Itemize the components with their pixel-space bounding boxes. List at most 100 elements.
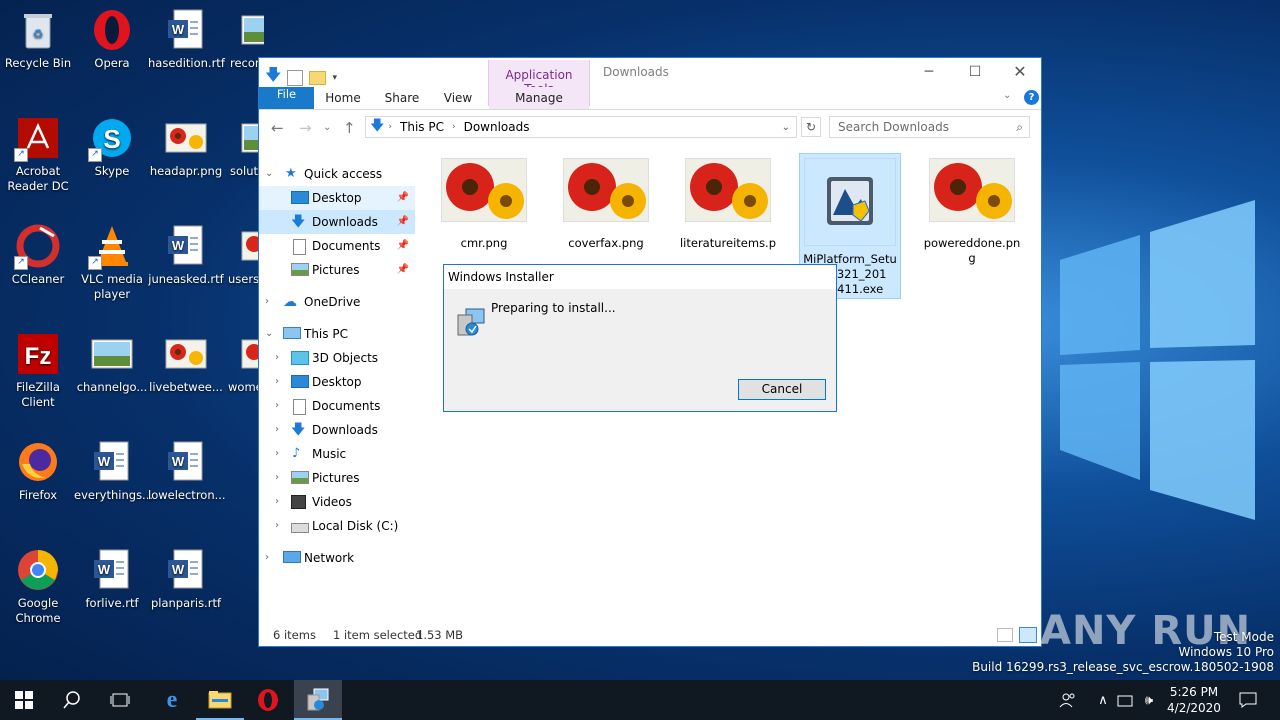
tab-share[interactable]: Share bbox=[379, 87, 425, 109]
tab-view[interactable]: View bbox=[437, 87, 479, 109]
svg-text:W: W bbox=[172, 454, 185, 469]
task-view-button[interactable] bbox=[96, 680, 144, 720]
ribbon-expand-icon[interactable]: ⌄ bbox=[1003, 90, 1011, 101]
nav-pc-pictures[interactable]: › Pictures bbox=[259, 466, 415, 490]
taskbar-file-explorer[interactable] bbox=[196, 680, 244, 720]
nav-qa-pictures[interactable]: Pictures 📌 bbox=[259, 258, 415, 282]
nav-qa-documents[interactable]: Documents 📌 bbox=[259, 234, 415, 258]
minimize-button[interactable]: ─ bbox=[906, 58, 952, 86]
tab-manage[interactable]: Manage bbox=[489, 87, 589, 109]
taskbar-clock[interactable]: 5:26 PM 4/2/2020 bbox=[1160, 684, 1228, 716]
file-item[interactable]: cmr.png bbox=[433, 148, 535, 251]
properties-icon[interactable] bbox=[287, 69, 304, 86]
nav-qa-downloads[interactable]: 🡇 Downloads 📌 bbox=[259, 210, 415, 234]
tab-home[interactable]: Home bbox=[321, 87, 365, 109]
taskbar: e ∧ 🕪 5:26 PM 4/2/2020 bbox=[0, 680, 1280, 720]
tab-file[interactable]: File bbox=[259, 87, 314, 109]
desktop-icon-wome[interactable]: wome bbox=[224, 332, 258, 395]
nav-pc-documents[interactable]: › Documents bbox=[259, 394, 415, 418]
forward-button[interactable]: → bbox=[299, 119, 312, 137]
cancel-button[interactable]: Cancel bbox=[738, 379, 826, 400]
search-input[interactable]: Search Downloads ⌕ bbox=[829, 116, 1030, 138]
desktop-icon-everythings[interactable]: W everythings... bbox=[74, 440, 153, 503]
pin-icon[interactable]: 📌 bbox=[397, 210, 409, 234]
breadcrumb-downloads[interactable]: Downloads bbox=[464, 120, 530, 134]
file-item[interactable]: powereddone.pn g bbox=[921, 148, 1023, 266]
desktop-icon-hasedition[interactable]: W hasedition.rtf bbox=[148, 8, 225, 71]
desktop-icon-headapr[interactable]: headapr.png bbox=[148, 116, 224, 179]
desktop-icon-acrobat[interactable]: ↗ Acrobat Reader DC bbox=[0, 116, 76, 194]
help-icon[interactable]: ? bbox=[1024, 90, 1039, 105]
address-row: ← → ⌄ ↑ 🡇 › This PC › Downloads ⌄ ↻ Sear… bbox=[259, 115, 1041, 141]
nav-3d-objects[interactable]: › 3D Objects bbox=[259, 346, 415, 370]
opera-icon bbox=[258, 689, 278, 711]
desktop-icon-usersr[interactable]: usersr bbox=[224, 224, 258, 287]
desktop-icon-opera[interactable]: Opera bbox=[74, 8, 150, 71]
desktop-icon-livebetwee[interactable]: livebetwee... bbox=[148, 332, 224, 395]
breadcrumb-this-pc[interactable]: This PC bbox=[400, 120, 444, 134]
image-file-icon bbox=[90, 332, 134, 376]
desktop-icon-vlc[interactable]: ↗ VLC media player bbox=[74, 224, 150, 302]
people-icon[interactable] bbox=[1056, 680, 1080, 720]
desktop-icon-channelgo[interactable]: channelgo... bbox=[74, 332, 150, 395]
desktop-icon-skype[interactable]: S ↗ Skype bbox=[74, 116, 150, 179]
address-bar[interactable]: 🡇 › This PC › Downloads ⌄ bbox=[365, 116, 797, 138]
svg-text:Fz: Fz bbox=[25, 343, 52, 370]
pin-icon[interactable]: 📌 bbox=[397, 258, 409, 282]
network-tray-icon[interactable] bbox=[1116, 680, 1136, 720]
pin-icon[interactable]: 📌 bbox=[397, 234, 409, 258]
nav-this-pc[interactable]: ⌄ This PC bbox=[259, 322, 415, 346]
nav-pc-downloads[interactable]: › 🡇 Downloads bbox=[259, 418, 415, 442]
word-doc-icon: W bbox=[164, 440, 208, 484]
nav-local-disk[interactable]: › Local Disk (C:) bbox=[259, 514, 415, 538]
windows-installer-dialog[interactable]: Windows Installer Preparing to install..… bbox=[443, 264, 837, 412]
recent-locations-icon[interactable]: ⌄ bbox=[323, 122, 331, 133]
desktop-icon-firefox[interactable]: Firefox bbox=[0, 440, 76, 503]
nav-network[interactable]: › Network bbox=[259, 546, 415, 570]
shortcut-arrow-icon: ↗ bbox=[88, 148, 102, 162]
file-item[interactable]: coverfax.png bbox=[555, 148, 657, 251]
nav-quick-access[interactable]: ⌄ ★ Quick access bbox=[259, 162, 415, 186]
refresh-button[interactable]: ↻ bbox=[801, 117, 821, 137]
taskbar-opera[interactable] bbox=[244, 680, 292, 720]
desktop-icon-filezilla[interactable]: Fz FileZilla Client bbox=[0, 332, 76, 410]
breadcrumb-separator-icon[interactable]: › bbox=[388, 122, 392, 132]
image-thumbnail bbox=[929, 158, 1015, 222]
desktop-icon-soluti[interactable]: soluti bbox=[224, 116, 258, 179]
show-hidden-icons-icon[interactable]: ∧ bbox=[1094, 680, 1112, 720]
desktop-icon-ccleaner[interactable]: ↗ CCleaner bbox=[0, 224, 76, 287]
taskbar-windows-installer[interactable] bbox=[294, 680, 342, 720]
up-button[interactable]: ↑ bbox=[343, 119, 356, 137]
new-folder-icon[interactable] bbox=[309, 70, 327, 85]
nav-pc-desktop[interactable]: › Desktop bbox=[259, 370, 415, 394]
address-dropdown-icon[interactable]: ⌄ bbox=[782, 122, 790, 133]
desktop-icon-planparis[interactable]: W planparis.rtf bbox=[148, 548, 224, 611]
back-button[interactable]: ← bbox=[271, 119, 284, 137]
nav-onedrive[interactable]: › ☁ OneDrive bbox=[259, 290, 415, 314]
desktop-icon-chrome[interactable]: Google Chrome bbox=[0, 548, 76, 626]
window-titlebar[interactable]: 🡇 ▾ Application Tools Downloads ─ ☐ ✕ bbox=[259, 58, 1043, 106]
volume-icon[interactable]: 🕪 bbox=[1138, 680, 1160, 720]
action-center-icon[interactable] bbox=[1232, 680, 1264, 720]
maximize-button[interactable]: ☐ bbox=[952, 58, 998, 86]
nav-music[interactable]: › ♪ Music bbox=[259, 442, 415, 466]
close-button[interactable]: ✕ bbox=[997, 58, 1043, 86]
desktop-icon-forlive[interactable]: W forlive.rtf bbox=[74, 548, 150, 611]
dialog-title: Windows Installer bbox=[444, 265, 836, 289]
image-file-icon bbox=[240, 116, 258, 160]
search-button[interactable] bbox=[48, 680, 96, 720]
desktop-icon-juneasked[interactable]: W juneasked.rtf bbox=[148, 224, 224, 287]
breadcrumb-separator-icon[interactable]: › bbox=[452, 122, 456, 132]
desktop-icon-lowelectron[interactable]: W lowelectron... bbox=[148, 440, 226, 503]
nav-videos[interactable]: › Videos bbox=[259, 490, 415, 514]
taskbar-edge[interactable]: e bbox=[148, 680, 196, 720]
qat-dropdown-icon[interactable]: ▾ bbox=[332, 73, 337, 83]
start-button[interactable] bbox=[0, 680, 48, 720]
pin-icon[interactable]: 📌 bbox=[397, 186, 409, 210]
file-item[interactable]: literatureitems.p bbox=[677, 148, 779, 251]
nav-qa-desktop[interactable]: Desktop 📌 bbox=[259, 186, 415, 210]
desktop-icon-recycle-bin[interactable]: ♻ Recycle Bin bbox=[0, 8, 76, 71]
star-icon: ★ bbox=[285, 166, 297, 181]
image-thumbnail bbox=[685, 158, 771, 222]
file-name: literatureitems.p bbox=[679, 236, 777, 250]
